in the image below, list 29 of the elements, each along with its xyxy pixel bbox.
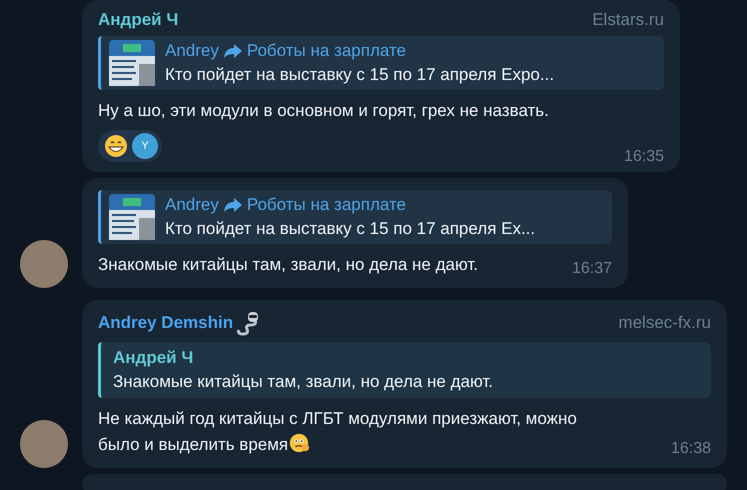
avatar[interactable]: [20, 240, 68, 288]
forward-author: Andrey: [165, 195, 219, 215]
forward-author: Andrey: [165, 41, 219, 61]
reply-preview[interactable]: Andrey Роботы на зарплате Кто пойдет на выставку с 15 по 17 апреля Ex...: [98, 190, 612, 244]
reply-text: Кто пойдет на выставку с 15 по 17 апреля Ex...: [165, 219, 536, 239]
reply-preview[interactable]: Андрей Ч Знакомые китайцы там, звали, но дела не дают.: [98, 342, 711, 398]
sender-title: melsec-fx.ru: [618, 313, 711, 333]
sender-name[interactable]: Andrey Demshin: [98, 313, 234, 333]
forward-arrow-icon: [222, 43, 243, 59]
sender-title: Elstars.ru: [592, 10, 664, 30]
message-text: Не каждый год китайцы с ЛГБТ модулями приезжают, можно было и выделить время: [98, 408, 578, 456]
forward-arrow-icon: [222, 197, 243, 213]
channel-name: Роботы на зарплате: [246, 195, 406, 215]
channel-name: Роботы на зарплате: [246, 41, 406, 61]
thumbnail-image: [109, 194, 155, 240]
reactor-avatar: Y: [132, 133, 158, 159]
reply-preview[interactable]: Andrey Роботы на зарплате Кто пойдет на выставку с 15 по 17 апреля Expo...: [98, 36, 664, 90]
grinning-face-icon: [104, 134, 128, 158]
sender-name[interactable]: Андрей Ч: [98, 10, 178, 30]
message-text: Ну а шо, эти модули в основном и горят, грех не назвать.: [98, 100, 550, 122]
message-time: 16:35: [624, 148, 664, 166]
reply-text: Знакомые китайцы там, звали, но дела не дают.: [113, 372, 493, 392]
message-time: 16:38: [670, 439, 711, 459]
reply-text: Кто пойдет на выставку с 15 по 17 апреля Expo...: [165, 65, 554, 85]
message-text: Знакомые китайцы там, звали, но дела не дают.: [98, 254, 479, 276]
message-time: 16:37: [572, 259, 612, 279]
avatar[interactable]: [20, 420, 68, 468]
thumbnail-image: [109, 40, 155, 86]
reply-author: Андрей Ч: [113, 348, 194, 368]
